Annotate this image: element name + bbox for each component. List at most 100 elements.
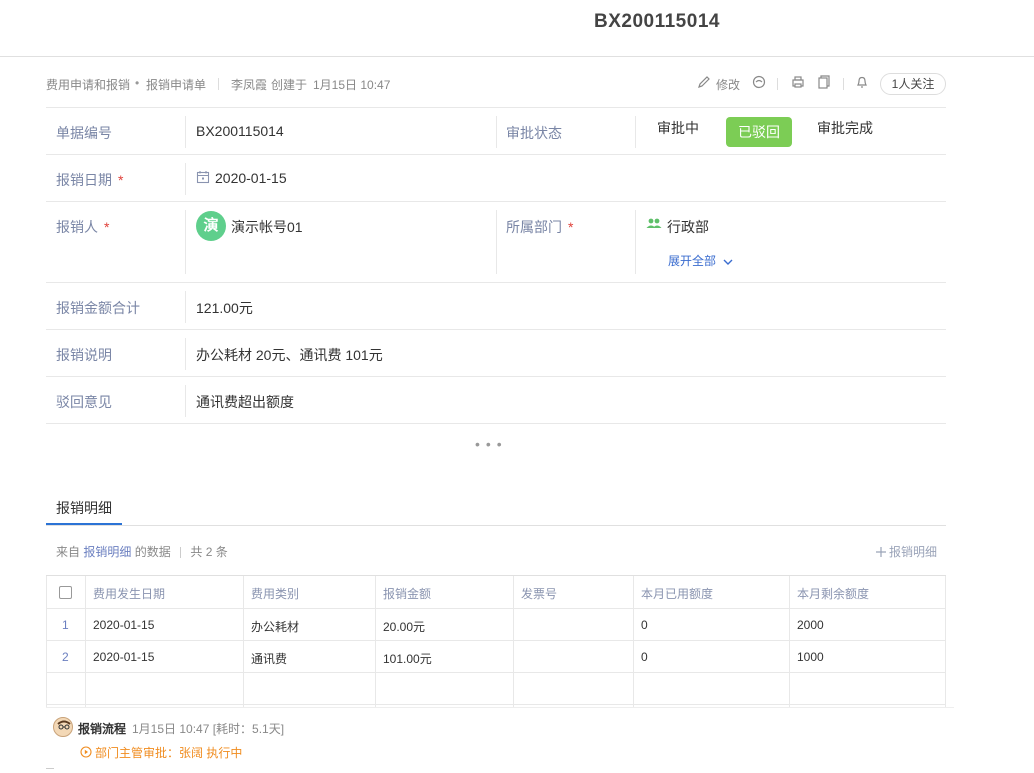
- approval-label: 审批状态: [506, 125, 562, 141]
- form-row-desc: 报销说明 办公耗材 20元、通讯费 101元: [46, 330, 946, 377]
- cell-category[interactable]: 通讯费: [251, 650, 287, 667]
- workflow-title[interactable]: 报销流程: [78, 720, 126, 737]
- field-divider: [185, 210, 186, 274]
- approval-step-pending[interactable]: 审批中: [657, 118, 699, 138]
- doc-no-label: 单据编号: [56, 125, 112, 141]
- top-bar: BX200115014: [0, 0, 1034, 57]
- form-row-person: 报销人 * 演 演示帐号01 所属部门 * 行政部 展开全部: [46, 202, 946, 283]
- amount-label: 报销金额合计: [56, 300, 140, 316]
- field-divider: [185, 385, 186, 417]
- creator-name[interactable]: 李凤霞: [231, 76, 267, 93]
- reject-value[interactable]: 通讯费超出额度: [196, 392, 294, 412]
- avatar[interactable]: [53, 717, 73, 737]
- table-row-line: [46, 704, 946, 705]
- person-label-wrap: 报销人 *: [56, 217, 109, 237]
- field-divider: [185, 291, 186, 323]
- breadcrumb-sheet[interactable]: 报销申请单: [146, 76, 206, 93]
- edit-button[interactable]: 修改: [716, 76, 740, 93]
- person-value[interactable]: 演示帐号01: [231, 217, 303, 237]
- record-count: 共 2 条: [190, 545, 228, 559]
- field-divider: [185, 116, 186, 148]
- cell-used[interactable]: 0: [641, 650, 648, 664]
- share-icon[interactable]: [751, 75, 767, 91]
- expand-all-label: 展开全部: [668, 254, 717, 268]
- source-suffix: 的数据: [134, 545, 171, 559]
- more-fields-icon[interactable]: •••: [475, 436, 508, 452]
- expand-all-link[interactable]: 展开全部: [668, 252, 733, 269]
- amount-value: 121.00元: [196, 300, 253, 316]
- workflow-step[interactable]: 部门主管审批：张阔 执行中: [80, 744, 242, 761]
- required-mark: *: [118, 172, 124, 188]
- approval-step-rejected[interactable]: 已驳回: [726, 117, 792, 147]
- cell-date[interactable]: 2020-01-15: [93, 650, 154, 664]
- table-row-empty[interactable]: [46, 673, 946, 704]
- calendar-icon: [196, 170, 210, 189]
- chevron-down-icon: [723, 255, 733, 269]
- cell-date[interactable]: 2020-01-15: [93, 618, 154, 632]
- column-header[interactable]: 报销金额: [383, 585, 431, 602]
- cell-amount[interactable]: 20.00元: [383, 618, 425, 635]
- workflow-time: 1月15日 10:47 [耗时：5.1天]: [132, 722, 285, 736]
- page-title: BX200115014: [594, 11, 720, 32]
- cell-used[interactable]: 0: [641, 618, 648, 632]
- field-divider: [185, 338, 186, 370]
- record-meta: 费用申请和报销 • 报销申请单 李凤霞 创建于 1月15日 10:47 修改 1…: [46, 72, 946, 96]
- field-divider: [496, 116, 497, 148]
- cell-remaining[interactable]: 2000: [797, 618, 824, 632]
- table-row-line: [46, 640, 946, 641]
- form-row-reject: 驳回意见 通讯费超出额度: [46, 377, 946, 424]
- follow-button[interactable]: 1人关注: [880, 73, 946, 95]
- dept-value[interactable]: 行政部: [667, 217, 709, 237]
- copy-icon[interactable]: [816, 75, 832, 91]
- meta-separator: [843, 78, 844, 90]
- detail-source: 来自 报销明细 的数据 共 2 条: [56, 543, 228, 560]
- date-label-wrap: 报销日期 *: [56, 170, 123, 190]
- breadcrumb-app[interactable]: 费用申请和报销: [46, 76, 130, 93]
- dept-label-wrap: 所属部门 *: [506, 217, 573, 237]
- source-link[interactable]: 报销明细: [83, 545, 131, 559]
- doc-no-value: BX200115014: [196, 123, 284, 139]
- source-prefix: 来自: [56, 545, 81, 559]
- created-time: 1月15日 10:47: [313, 78, 391, 92]
- form-row-amount: 报销金额合计 121.00元: [46, 283, 946, 330]
- row-number: 1: [62, 618, 69, 632]
- edit-icon[interactable]: [696, 75, 712, 91]
- cell-category[interactable]: 办公耗材: [251, 618, 299, 635]
- cell-amount[interactable]: 101.00元: [383, 650, 432, 667]
- bell-icon[interactable]: [854, 75, 870, 91]
- detail-table: 费用发生日期 费用类别 报销金额 发票号 本月已用额度 本月剩余额度 1 202…: [46, 575, 946, 707]
- divider: [46, 768, 54, 769]
- row-number: 2: [62, 650, 69, 664]
- approval-step-done[interactable]: 审批完成: [817, 118, 873, 138]
- play-circle-icon: [80, 746, 92, 761]
- add-detail-label: 报销明细: [889, 545, 938, 559]
- cell-remaining[interactable]: 1000: [797, 650, 824, 664]
- field-divider: [635, 116, 636, 148]
- form-row-doc-no: 单据编号 BX200115014 审批状态 审批中 已驳回 审批完成: [46, 107, 946, 155]
- column-header[interactable]: 费用类别: [251, 585, 299, 602]
- column-header[interactable]: 费用发生日期: [93, 585, 165, 602]
- select-all-checkbox[interactable]: [59, 586, 72, 599]
- print-icon[interactable]: [790, 75, 806, 91]
- column-header[interactable]: 发票号: [521, 585, 557, 602]
- desc-label: 报销说明: [56, 347, 112, 363]
- required-mark: *: [568, 219, 574, 235]
- table-row-line: [46, 608, 946, 609]
- desc-value[interactable]: 办公耗材 20元、通讯费 101元: [196, 345, 383, 365]
- column-header[interactable]: 本月已用额度: [641, 585, 713, 602]
- tab-expense-detail[interactable]: 报销明细: [46, 494, 122, 525]
- breadcrumb-dot: •: [135, 76, 140, 90]
- avatar[interactable]: 演: [196, 211, 226, 241]
- form-row-date: 报销日期 * 2020-01-15: [46, 155, 946, 202]
- source-separator: [180, 547, 182, 559]
- meta-separator: [777, 78, 778, 90]
- add-detail-button[interactable]: 报销明细: [876, 543, 937, 560]
- column-header[interactable]: 本月剩余额度: [797, 585, 869, 602]
- reject-label: 驳回意见: [56, 394, 112, 410]
- person-label: 报销人: [56, 219, 98, 235]
- group-icon: [646, 217, 662, 236]
- detail-tabs: 报销明细: [46, 494, 946, 526]
- date-value[interactable]: 2020-01-15: [215, 170, 287, 186]
- created-text: 创建于: [271, 78, 308, 92]
- field-divider: [185, 163, 186, 195]
